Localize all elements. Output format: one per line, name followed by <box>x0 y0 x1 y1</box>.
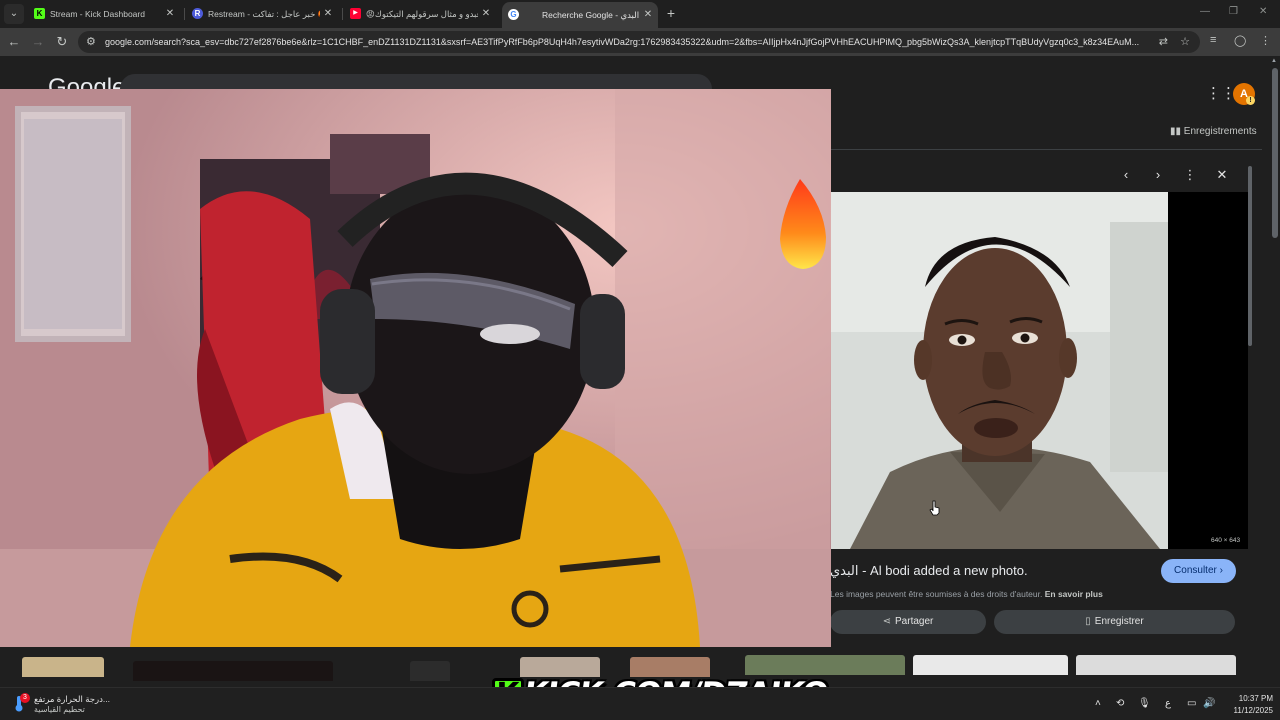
address-bar[interactable]: ⚙ google.com/search?sca_esv=dbc727ef2876… <box>78 31 1200 53</box>
learn-more-link[interactable]: En savoir plus <box>1045 589 1103 599</box>
volume-icon[interactable]: 🔊 <box>1203 698 1215 709</box>
tray-chevron-icon[interactable]: ˄ <box>1095 698 1101 709</box>
alert-badge-icon: ! <box>1246 96 1255 105</box>
portrait-illustration <box>830 192 1168 549</box>
browser-toolbar: ← → ↻ ⚙ google.com/search?sca_esv=dbc727… <box>0 28 1280 56</box>
tab-divider <box>184 8 185 20</box>
weather-widget-title[interactable]: درجة الحرارة مرتفع... <box>34 694 110 705</box>
close-viewer-icon[interactable]: ✕ <box>1213 166 1231 184</box>
divider <box>830 149 1262 150</box>
webcam-illustration <box>0 89 831 647</box>
windows-taskbar: 3 درجة الحرارة مرتفع... تحطيم القياسية ˄… <box>0 687 1280 720</box>
tab-search-button[interactable]: ⌄ <box>4 4 24 24</box>
tab-divider <box>342 8 343 20</box>
close-icon[interactable]: ✕ <box>480 3 492 25</box>
saved-images-label: Enregistrements <box>1183 126 1257 137</box>
visit-button[interactable]: Consulter › <box>1161 559 1236 583</box>
result-thumbnail[interactable] <box>410 661 450 681</box>
translate-icon[interactable]: ⇄ <box>1159 35 1168 49</box>
next-image-icon[interactable]: › <box>1149 166 1167 184</box>
tab-title: Recherche Google - البدي <box>542 10 640 20</box>
scroll-up-icon[interactable]: ▲ <box>1271 58 1277 64</box>
preview-image[interactable] <box>830 192 1168 549</box>
microphone-icon[interactable]: 🎙 <box>1138 698 1151 709</box>
result-thumbnail[interactable] <box>133 661 333 681</box>
minimize-icon[interactable]: — <box>1200 6 1210 17</box>
tab-kick-dashboard[interactable]: K Stream - Kick Dashboard ✕ <box>28 3 180 25</box>
maximize-icon[interactable]: ❐ <box>1229 6 1238 17</box>
restream-icon: R <box>192 8 203 19</box>
clock-date[interactable]: 11/12/2025 <box>1223 706 1273 715</box>
sync-icon[interactable]: ⟲ <box>1116 698 1124 709</box>
bookmark-icon: ▯ <box>1085 616 1091 627</box>
tab-title: Restream - خبر عاجل : تفاكت 🤬 <box>208 9 320 19</box>
new-tab-button[interactable]: + <box>664 4 678 22</box>
close-window-icon[interactable]: ✕ <box>1259 6 1267 17</box>
share-button[interactable]: ⋖ Partager <box>830 610 986 634</box>
weather-widget-subtitle[interactable]: تحطيم القياسية <box>34 705 85 714</box>
tab-google-search[interactable]: G Recherche Google - البدي ✕ <box>502 2 658 28</box>
image-letterbox <box>1168 192 1248 549</box>
google-icon: G <box>508 9 519 20</box>
youtube-icon: ▶ <box>350 8 361 19</box>
reload-icon[interactable]: ↻ <box>52 32 72 52</box>
back-icon[interactable]: ← <box>4 32 24 52</box>
input-language[interactable]: ع <box>1165 698 1171 709</box>
save-button[interactable]: ▯ Enregistrer <box>994 610 1235 634</box>
visit-label: Consulter <box>1174 565 1217 576</box>
bookmark-icon: ▮▮ <box>1170 126 1184 137</box>
close-icon[interactable]: ✕ <box>164 3 176 25</box>
profile-icon[interactable]: ◯ <box>1234 34 1246 47</box>
bookmark-star-icon[interactable]: ☆ <box>1180 35 1190 49</box>
image-title[interactable]: البدي - Al bodi added a new photo. <box>830 563 1028 579</box>
result-thumbnail[interactable] <box>913 655 1068 675</box>
save-label: Enregistrer <box>1094 616 1144 627</box>
notification-badge: 3 <box>20 693 30 703</box>
saved-images-link[interactable]: ▮▮ Enregistrements <box>1170 126 1257 137</box>
copyright-notice: Les images peuvent être soumises à des d… <box>830 589 1103 599</box>
more-options-icon[interactable]: ⋮ <box>1181 166 1199 184</box>
copyright-text: Les images peuvent être soumises à des d… <box>830 589 1043 599</box>
webcam-overlay <box>0 89 831 647</box>
forward-icon[interactable]: → <box>28 32 48 52</box>
tab-title: Stream - Kick Dashboard <box>50 9 145 19</box>
site-info-icon[interactable]: ⚙ <box>86 35 96 49</box>
result-thumbnail[interactable] <box>1076 655 1236 675</box>
kick-icon: K <box>34 8 45 19</box>
tab-title: 😡عبدو و مثال سرقولهم التيكتوك <box>366 9 478 19</box>
clock-time[interactable]: 10:37 PM <box>1223 694 1273 703</box>
browser-tab-strip: ⌄ K Stream - Kick Dashboard ✕ R Restream… <box>0 0 1280 28</box>
chevron-right-icon: › <box>1219 565 1223 576</box>
reading-list-icon[interactable]: ≡ <box>1210 34 1216 46</box>
previous-image-icon[interactable]: ‹ <box>1117 166 1135 184</box>
network-icon[interactable]: ▭ <box>1187 698 1196 709</box>
close-icon[interactable]: ✕ <box>322 3 334 25</box>
share-label: Partager <box>895 616 934 627</box>
close-icon[interactable]: ✕ <box>642 2 654 28</box>
hand-cursor-icon <box>929 500 940 516</box>
share-icon: ⋖ <box>882 616 892 627</box>
scrollbar-thumb[interactable] <box>1272 68 1278 238</box>
viewer-scrollbar[interactable] <box>1248 166 1252 346</box>
tab-youtube-video[interactable]: ▶ 😡عبدو و مثال سرقولهم التيكتوك ✕ <box>344 3 496 25</box>
image-dimensions: 640 × 643 <box>1211 537 1241 544</box>
tab-restream[interactable]: R Restream - خبر عاجل : تفاكت 🤬 ✕ <box>186 3 338 25</box>
result-thumbnail[interactable] <box>22 657 104 677</box>
menu-icon[interactable]: ⋮ <box>1260 34 1271 47</box>
url-text[interactable]: google.com/search?sca_esv=dbc727ef2876be… <box>105 31 1146 53</box>
